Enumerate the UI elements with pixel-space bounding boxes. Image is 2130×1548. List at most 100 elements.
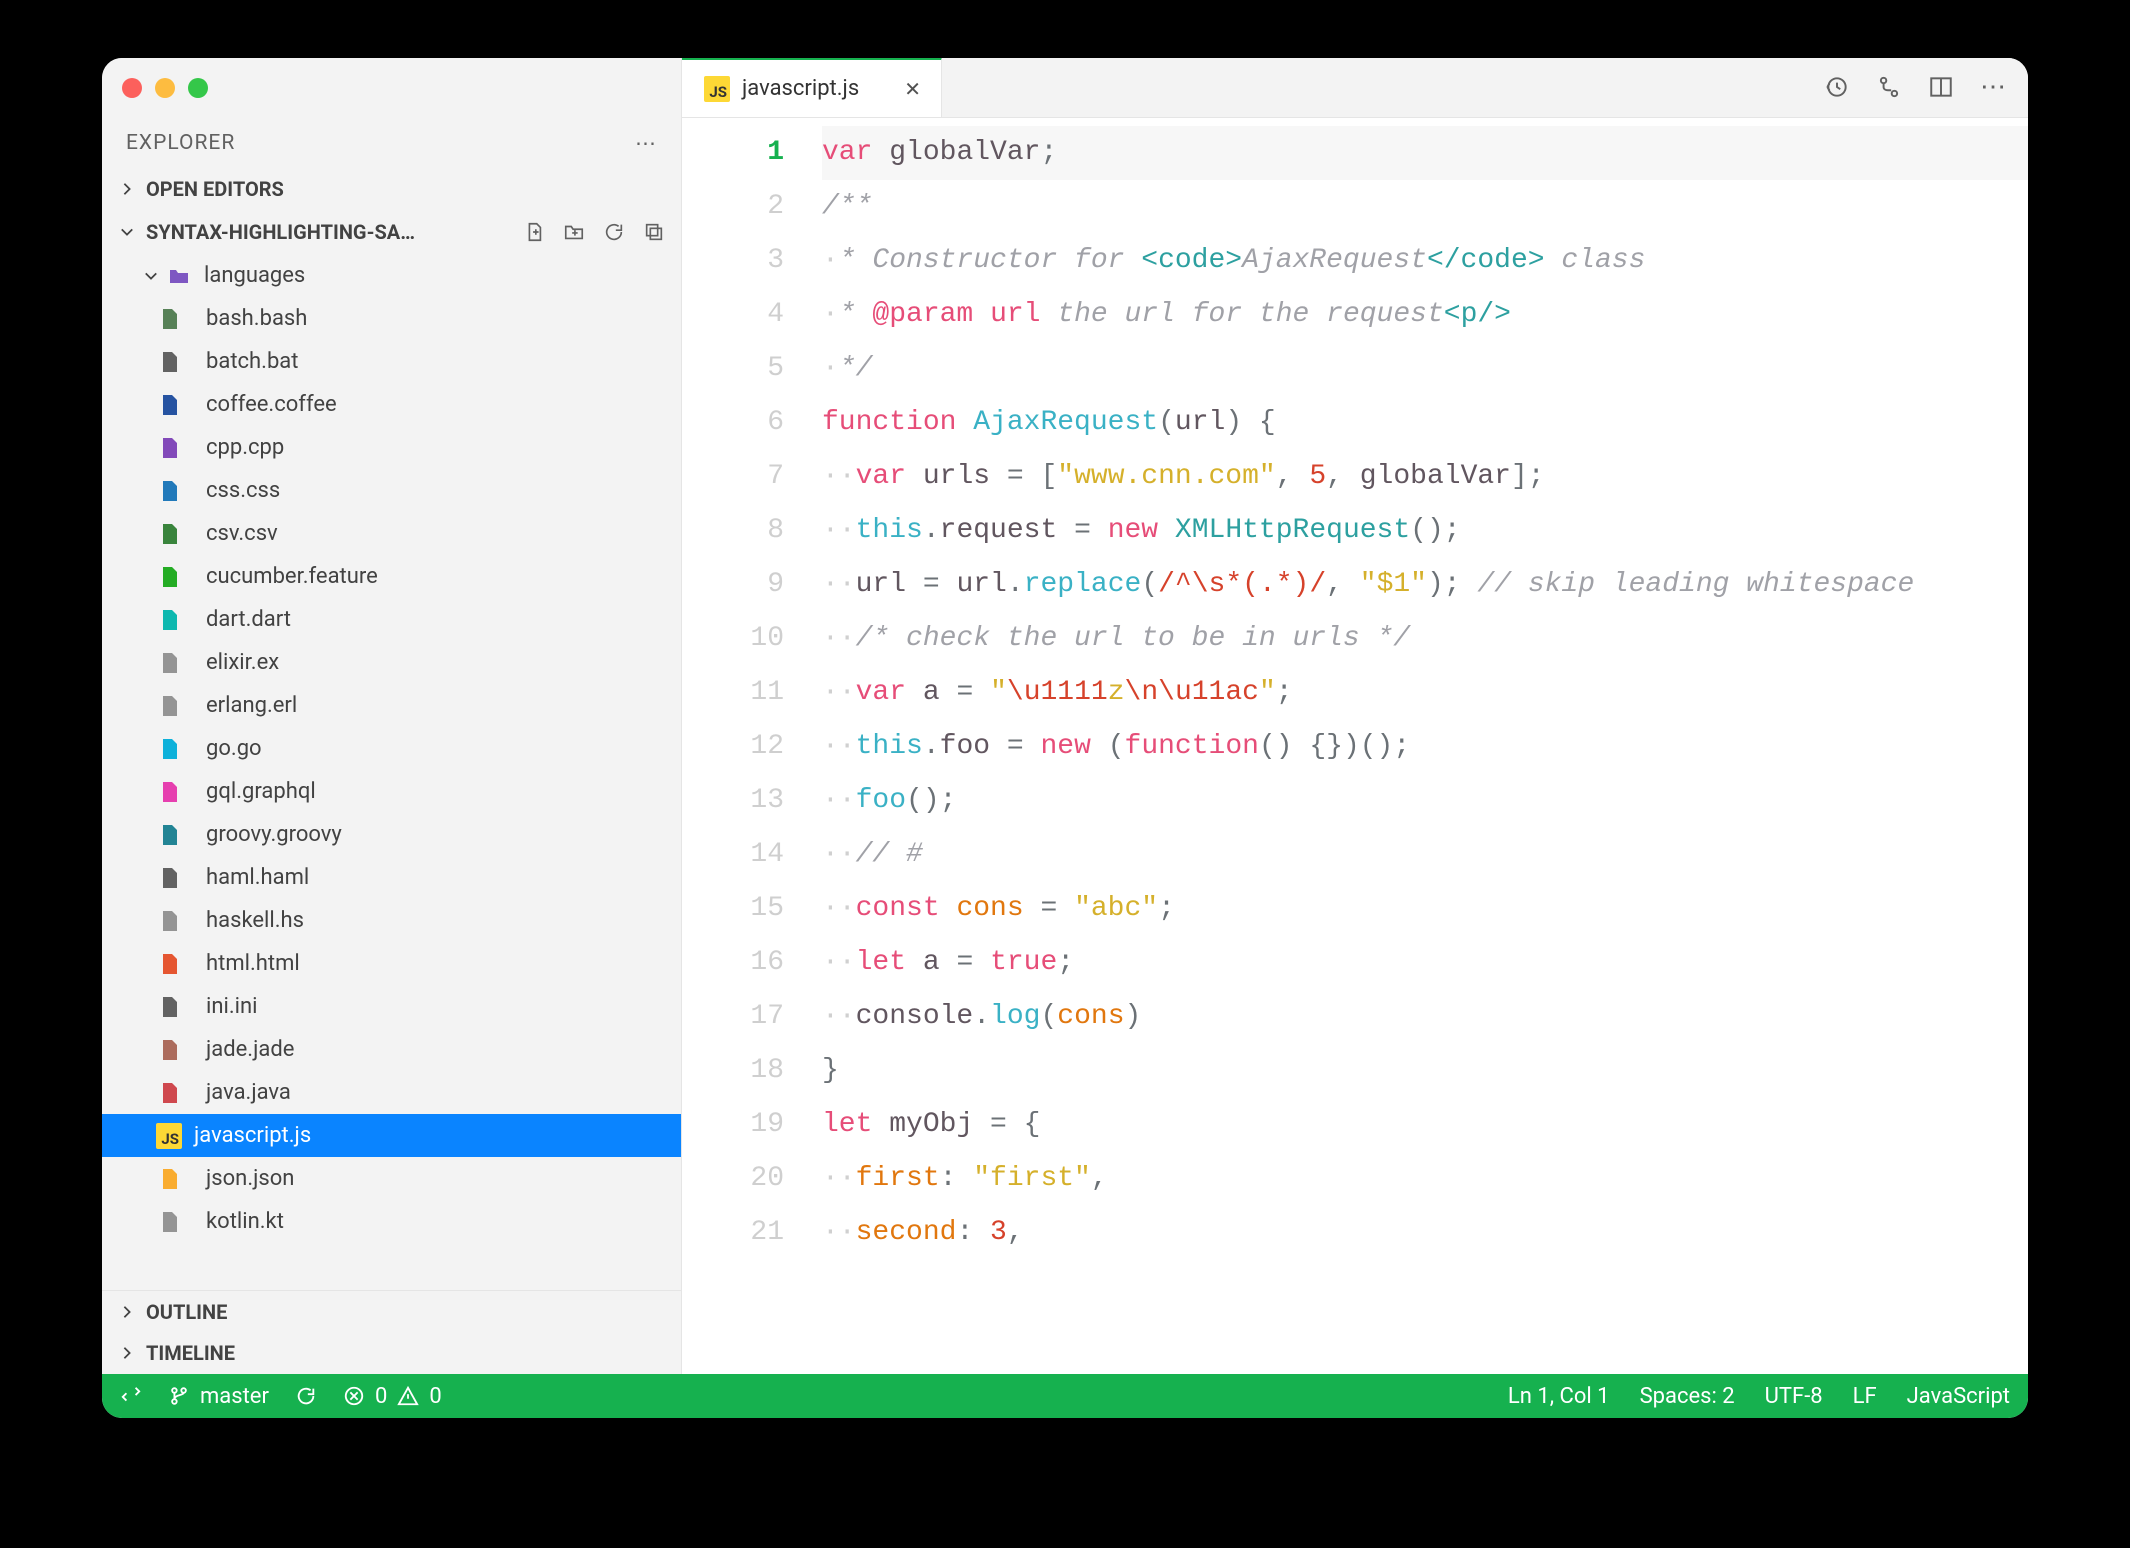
file-label: groovy.groovy [206,822,342,847]
window-controls [122,78,208,98]
folder-item[interactable]: languages [102,254,681,297]
warning-icon [397,1385,419,1407]
file-item[interactable]: ini.ini [102,985,681,1028]
sync-button[interactable] [295,1385,317,1407]
code-line[interactable]: /** [822,180,2028,234]
file-item[interactable]: go.go [102,727,681,770]
cursor-position[interactable]: Ln 1, Col 1 [1508,1384,1610,1409]
file-item[interactable]: haskell.hs [102,899,681,942]
file-item[interactable]: jade.jade [102,1028,681,1071]
window-zoom-button[interactable] [188,78,208,98]
code-line[interactable]: let myObj = { [822,1098,2028,1152]
git-branch-button[interactable]: master [168,1384,269,1409]
code-line[interactable]: ··/* check the url to be in urls */ [822,612,2028,666]
code-line[interactable]: ··this.foo = new (function() {})(); [822,720,2028,774]
file-item[interactable]: json.json [102,1157,681,1200]
file-item[interactable]: bash.bash [102,297,681,340]
code-line[interactable]: } [822,1044,2028,1098]
window-minimize-button[interactable] [155,78,175,98]
eol-button[interactable]: LF [1853,1384,1877,1409]
js-icon: JS [156,1123,182,1149]
file-label: css.css [206,478,280,503]
problems-button[interactable]: 0 0 [343,1384,442,1409]
collapse-all-icon[interactable] [643,221,665,243]
code-line[interactable]: ··url = url.replace(/^\s*(.*)/, "$1"); /… [822,558,2028,612]
file-label: bash.bash [206,306,307,331]
file-icon [156,564,182,590]
refresh-icon[interactable] [603,221,625,243]
file-icon [156,736,182,762]
code-content[interactable]: var globalVar;/**·* Constructor for <cod… [812,118,2028,1374]
file-item[interactable]: csv.csv [102,512,681,555]
file-label: kotlin.kt [206,1209,284,1234]
code-line[interactable]: ··first: "first", [822,1152,2028,1206]
file-item[interactable]: coffee.coffee [102,383,681,426]
file-tree: languages bash.bash batch.batcoffee.coffe… [102,254,681,1290]
remote-icon [120,1385,142,1407]
file-icon [156,1037,182,1063]
file-item[interactable]: cucumber.feature [102,555,681,598]
folder-icon [166,263,192,289]
compare-changes-icon[interactable] [1876,74,1902,100]
code-line[interactable]: function AjaxRequest(url) { [822,396,2028,450]
status-bar: master 0 0 Ln 1, Col 1 Spaces: 2 UTF-8 L… [102,1374,2028,1418]
chevron-down-icon [142,267,160,285]
editor-more-icon[interactable]: ⋯ [1980,74,2006,100]
file-item[interactable]: dart.dart [102,598,681,641]
code-line[interactable]: ··// # [822,828,2028,882]
file-item[interactable]: kotlin.kt [102,1200,681,1243]
file-item[interactable]: elixir.ex [102,641,681,684]
file-item[interactable]: java.java [102,1071,681,1114]
code-line[interactable]: ··this.request = new XMLHttpRequest(); [822,504,2028,558]
tab-javascript-js[interactable]: JS javascript.js ✕ [682,58,942,117]
file-item[interactable]: groovy.groovy [102,813,681,856]
project-section-header[interactable]: SYNTAX-HIGHLIGHTING-SA… [102,210,681,254]
open-editors-section[interactable]: OPEN EDITORS [102,168,681,210]
code-line[interactable]: ·* @param url the url for the request<p/… [822,288,2028,342]
encoding-button[interactable]: UTF-8 [1765,1384,1823,1409]
timeline-history-icon[interactable] [1824,74,1850,100]
split-editor-icon[interactable] [1928,74,1954,100]
file-item[interactable]: html.html [102,942,681,985]
file-label: haskell.hs [206,908,304,933]
new-folder-icon[interactable] [563,221,585,243]
code-line[interactable]: ··const cons = "abc"; [822,882,2028,936]
file-icon [156,607,182,633]
file-item[interactable]: haml.haml [102,856,681,899]
file-item[interactable]: gql.graphql [102,770,681,813]
file-label: go.go [206,736,262,761]
explorer-more-icon[interactable]: ⋯ [635,131,657,156]
file-icon [156,908,182,934]
code-line[interactable]: ·* Constructor for <code>AjaxRequest</co… [822,234,2028,288]
remote-button[interactable] [120,1385,142,1407]
tab-close-icon[interactable]: ✕ [904,77,921,101]
code-editor[interactable]: 123456789101112131415161718192021 var gl… [682,118,2028,1374]
file-item[interactable]: css.css [102,469,681,512]
language-mode-button[interactable]: JavaScript [1907,1384,2010,1409]
file-icon [156,822,182,848]
file-item[interactable]: erlang.erl [102,684,681,727]
chevron-right-icon [118,1344,136,1362]
code-line[interactable]: ··foo(); [822,774,2028,828]
code-line[interactable]: ··second: 3, [822,1206,2028,1260]
file-item[interactable]: cpp.cpp [102,426,681,469]
timeline-section[interactable]: TIMELINE [102,1332,681,1374]
file-item[interactable]: JSjavascript.js [102,1114,681,1157]
code-line[interactable]: ··var a = "\u1111z\n\u11ac"; [822,666,2028,720]
app-window: EXPLORER ⋯ OPEN EDITORS SYNTAX-HIGHLIGHT… [102,58,2028,1418]
window-close-button[interactable] [122,78,142,98]
new-file-icon[interactable] [523,221,545,243]
code-line[interactable]: var globalVar; [822,126,2028,180]
file-icon [156,1080,182,1106]
outline-section[interactable]: OUTLINE [102,1290,681,1332]
code-line[interactable]: ··console.log(cons) [822,990,2028,1044]
indentation-button[interactable]: Spaces: 2 [1640,1384,1735,1409]
file-item[interactable]: batch.bat [102,340,681,383]
code-line[interactable]: ··var urls = ["www.cnn.com", 5, globalVa… [822,450,2028,504]
code-line[interactable]: ·*/ [822,342,2028,396]
chevron-right-icon [118,1303,136,1321]
explorer-title: EXPLORER [126,131,235,155]
warning-count: 0 [429,1384,441,1409]
code-line[interactable]: ··let a = true; [822,936,2028,990]
file-icon [156,650,182,676]
